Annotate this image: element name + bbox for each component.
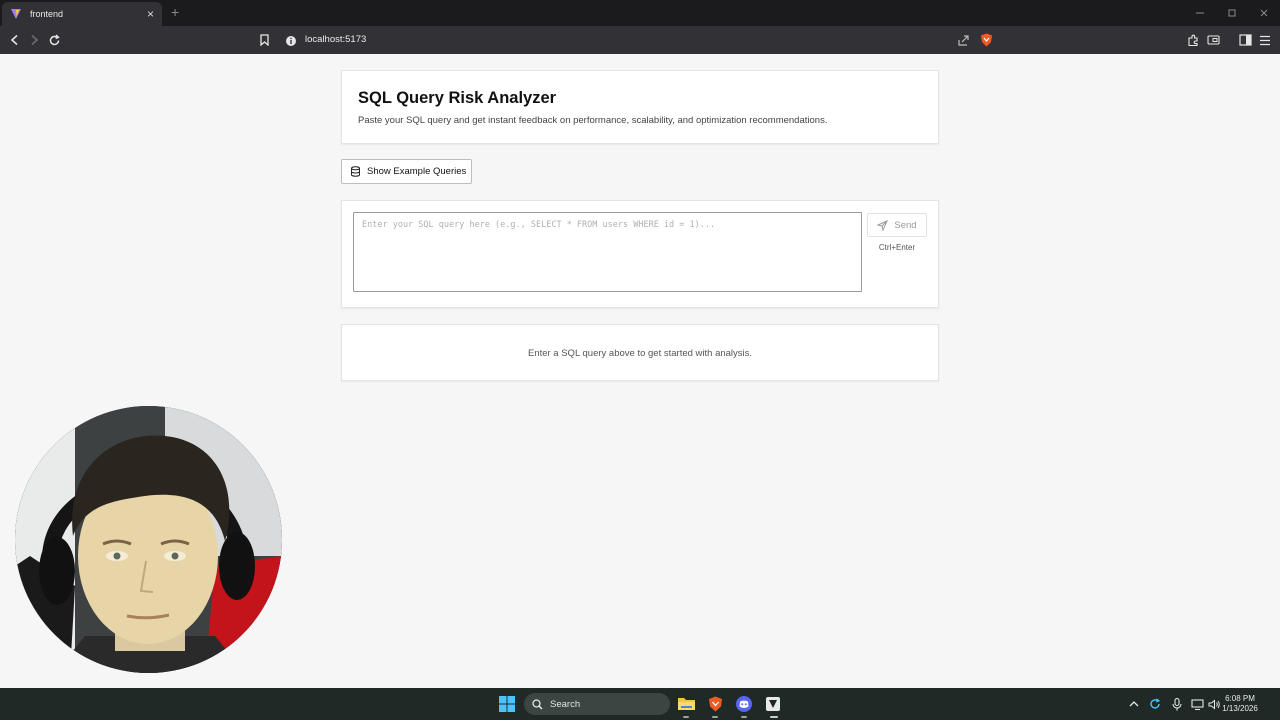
webcam-overlay bbox=[15, 406, 282, 673]
empty-state-text: Enter a SQL query above to get started w… bbox=[527, 348, 753, 359]
back-icon[interactable] bbox=[6, 31, 24, 49]
browser-tab-bar: frontend × + bbox=[0, 0, 1280, 26]
header-card: SQL Query Risk Analyzer Paste your SQL q… bbox=[341, 70, 939, 144]
query-card: Send Ctrl+Enter bbox=[341, 200, 939, 308]
tab-close-icon[interactable]: × bbox=[147, 8, 154, 20]
forward-icon[interactable] bbox=[25, 31, 43, 49]
window-controls bbox=[1184, 0, 1280, 26]
show-example-queries-label: Show Example Queries bbox=[367, 166, 467, 177]
new-tab-button[interactable]: + bbox=[171, 5, 179, 19]
clock-date: 1/13/2026 bbox=[1222, 704, 1258, 713]
network-icon[interactable] bbox=[1189, 696, 1205, 712]
database-icon bbox=[350, 166, 361, 177]
file-explorer-running-indicator bbox=[683, 716, 689, 718]
send-icon bbox=[877, 219, 889, 231]
discord-icon[interactable] bbox=[733, 693, 755, 715]
search-icon bbox=[532, 698, 543, 710]
file-explorer-icon[interactable] bbox=[675, 693, 697, 715]
reload-icon[interactable] bbox=[45, 31, 63, 49]
page-subtitle: Paste your SQL query and get instant fee… bbox=[358, 115, 828, 126]
sql-query-input[interactable] bbox=[353, 212, 862, 292]
site-info-icon[interactable] bbox=[285, 34, 297, 52]
windows-start-icon[interactable] bbox=[496, 693, 518, 715]
send-label: Send bbox=[894, 219, 917, 231]
close-window-icon[interactable] bbox=[1248, 0, 1280, 26]
address-bar[interactable]: localhost:5173 bbox=[254, 29, 1002, 51]
send-button[interactable]: Send bbox=[867, 213, 927, 237]
show-example-queries-button[interactable]: Show Example Queries bbox=[341, 159, 472, 184]
share-icon[interactable] bbox=[954, 31, 972, 49]
app-icon[interactable] bbox=[762, 693, 784, 715]
clock-time: 6:08 PM bbox=[1225, 694, 1255, 703]
page-title: SQL Query Risk Analyzer bbox=[358, 89, 557, 107]
taskbar-clock[interactable]: 6:08 PM 1/13/2026 bbox=[1222, 694, 1258, 714]
url-text: localhost:5173 bbox=[305, 34, 367, 45]
shortcut-hint: Ctrl+Enter bbox=[878, 243, 916, 252]
taskbar-search-label: Search bbox=[550, 698, 581, 710]
restore-icon[interactable] bbox=[1216, 0, 1248, 26]
discord-running-indicator bbox=[741, 716, 747, 718]
app-active-indicator bbox=[770, 716, 778, 718]
sidebar-icon[interactable] bbox=[1236, 31, 1254, 49]
sync-icon[interactable] bbox=[1147, 696, 1163, 712]
taskbar-search[interactable]: Search bbox=[524, 693, 670, 715]
menu-icon[interactable] bbox=[1256, 31, 1274, 49]
brave-shields-icon[interactable] bbox=[977, 31, 995, 49]
microphone-icon[interactable] bbox=[1169, 696, 1185, 712]
webcam-person-image bbox=[15, 406, 282, 673]
browser-toolbar: localhost:5173 bbox=[0, 26, 1280, 54]
browser-tab[interactable]: frontend × bbox=[2, 2, 162, 26]
vite-favicon-icon bbox=[10, 8, 22, 20]
windows-taskbar: Search 6:08 PM 1/13/2026 bbox=[0, 688, 1280, 720]
minimize-icon[interactable] bbox=[1184, 0, 1216, 26]
brave-running-indicator bbox=[712, 716, 718, 718]
tab-title: frontend bbox=[30, 9, 64, 19]
empty-state-card: Enter a SQL query above to get started w… bbox=[341, 324, 939, 381]
extensions-icon[interactable] bbox=[1184, 31, 1202, 49]
chevron-up-icon[interactable] bbox=[1126, 696, 1142, 712]
volume-icon[interactable] bbox=[1206, 696, 1222, 712]
wallet-icon[interactable] bbox=[1204, 31, 1222, 49]
brave-icon[interactable] bbox=[704, 693, 726, 715]
